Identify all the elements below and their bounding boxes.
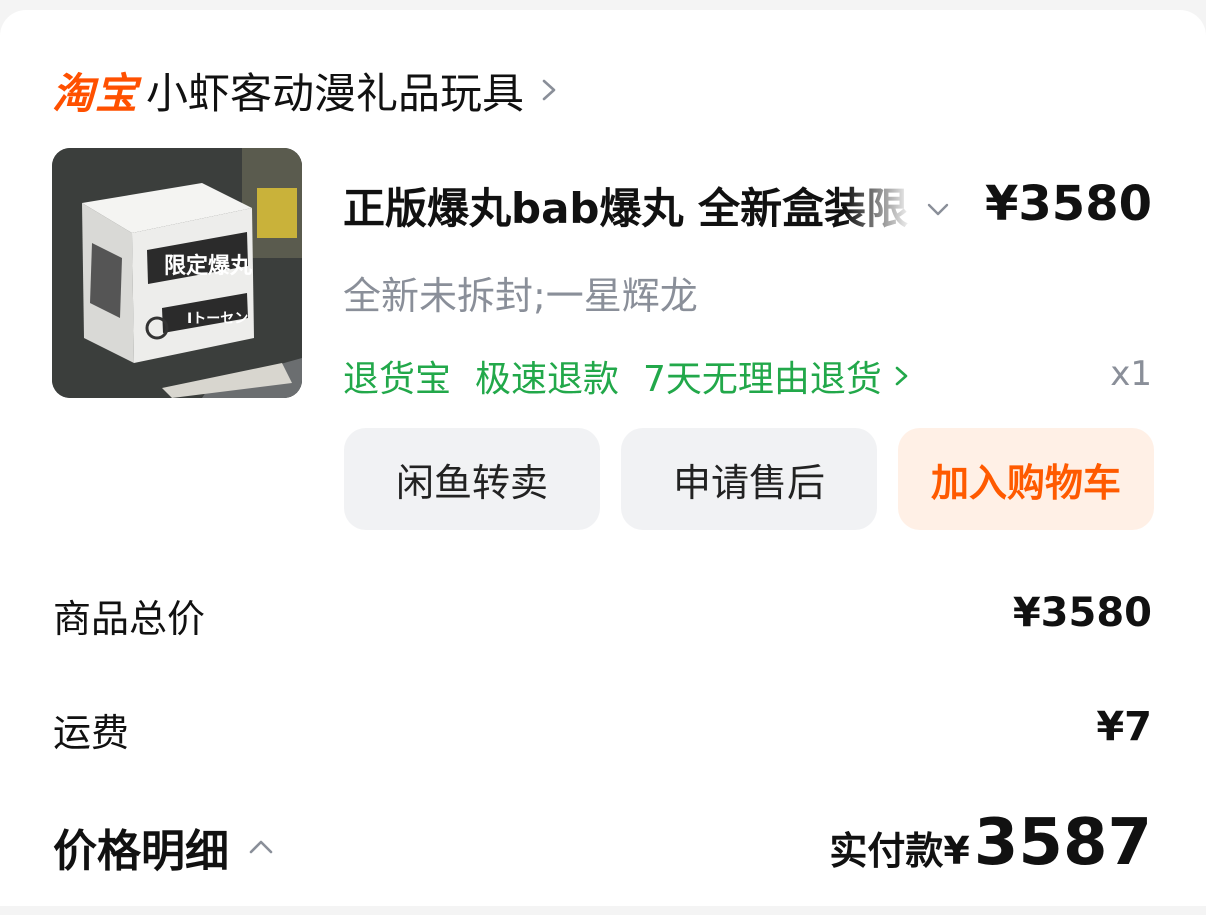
product-image-sublabel: Iトーセン — [187, 311, 248, 327]
shop-header[interactable]: 淘宝 小虾客动漫礼品玩具 — [52, 55, 560, 125]
product-title[interactable]: 正版爆丸bab爆丸 全新盒装限 — [343, 175, 913, 236]
taobao-logo: 淘宝 — [52, 68, 139, 118]
service-guarantees[interactable]: 退货宝 极速退款 7天无理由退货 — [343, 350, 912, 402]
order-card: 淘宝 小虾客动漫礼品玩具 限定爆丸 Iトーセン 正版爆丸bab爆丸 全新盒装限 … — [0, 10, 1206, 906]
product-quantity: x1 — [1110, 354, 1152, 394]
service-fast-refund: 极速退款 — [475, 359, 620, 400]
chevron-down-icon[interactable] — [925, 197, 951, 223]
bottom-divider — [0, 906, 1206, 915]
product-price: ¥3580 — [985, 176, 1152, 232]
goods-total-label: 商品总价 — [53, 597, 206, 641]
actual-payment: 实付款¥ 3587 — [829, 806, 1152, 880]
after-sale-button[interactable]: 申请售后 — [621, 428, 877, 530]
service-return-insurance: 退货宝 — [343, 359, 452, 400]
chevron-up-icon[interactable] — [247, 833, 275, 861]
service-7day-return: 7天无理由退货 — [643, 359, 882, 400]
shop-name[interactable]: 小虾客动漫礼品玩具 — [146, 60, 524, 121]
actual-payment-amount: 3587 — [973, 806, 1152, 880]
xianyu-resell-button[interactable]: 闲鱼转卖 — [344, 428, 600, 530]
chevron-right-icon[interactable] — [538, 79, 560, 101]
chevron-right-icon[interactable] — [892, 366, 912, 386]
shipping-value: ¥7 — [1096, 704, 1152, 750]
add-to-cart-button[interactable]: 加入购物车 — [898, 428, 1154, 530]
product-image-label: 限定爆丸 — [164, 253, 253, 279]
price-detail-toggle[interactable]: 价格明细 — [53, 815, 275, 879]
goods-total-value: ¥3580 — [1012, 590, 1152, 636]
actual-payment-label: 实付款¥ — [829, 829, 970, 873]
price-detail-label: 价格明细 — [53, 826, 229, 877]
product-image[interactable]: 限定爆丸 Iトーセン — [52, 148, 302, 398]
shipping-label: 运费 — [53, 711, 130, 755]
product-sku: 全新未拆封;一星辉龙 — [343, 274, 698, 318]
